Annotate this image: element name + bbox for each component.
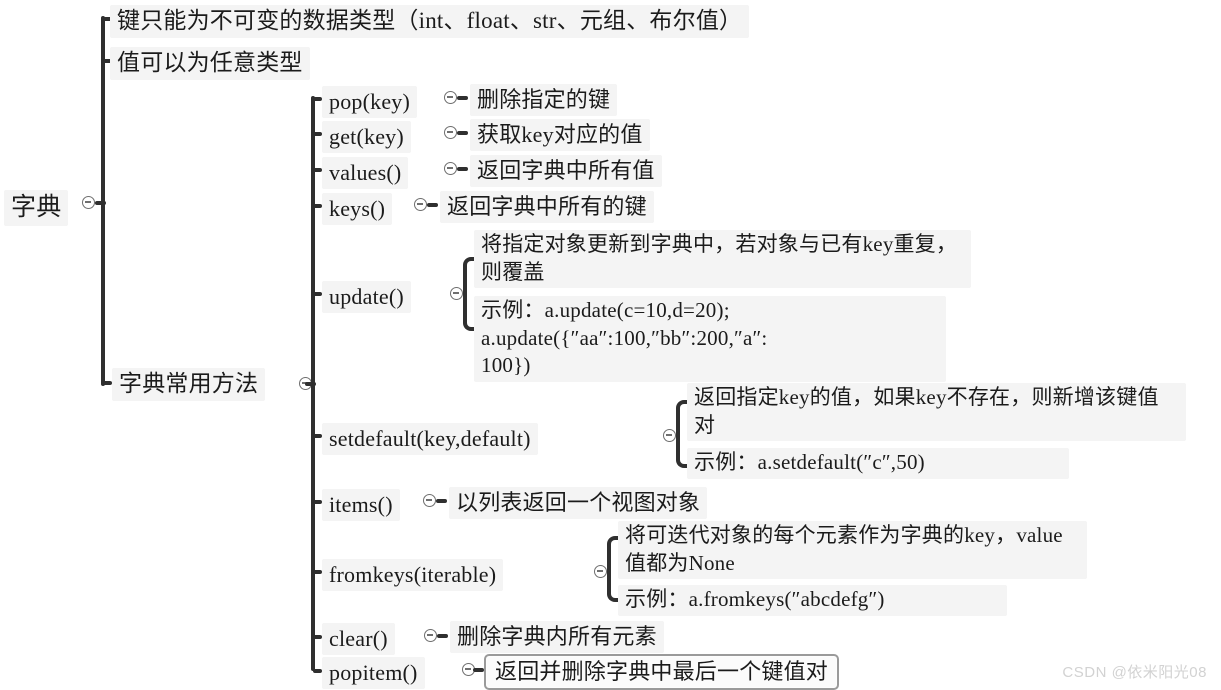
level1-tick-2 <box>103 381 112 385</box>
root-node-dictionary[interactable]: 字典 <box>4 190 69 226</box>
method-tick-values <box>313 168 322 172</box>
keys-connector-knob-icon[interactable] <box>414 198 427 211</box>
csdn-watermark: CSDN @依米阳光08 <box>1062 664 1207 681</box>
level1-node-common-methods[interactable]: 字典常用方法 <box>112 368 266 402</box>
setdefault-connector-knob-icon[interactable] <box>663 429 676 442</box>
method-tick-keys <box>313 204 322 208</box>
method-tick-fromkeys <box>313 570 322 574</box>
get-stub <box>457 131 468 135</box>
method-tick-pop <box>313 97 322 101</box>
fromkeys-connector-knob-icon[interactable] <box>594 565 607 578</box>
method-tick-clear <box>313 635 322 639</box>
popitem-stub <box>473 668 484 672</box>
method-desc-get[interactable]: 获取key对应的值 <box>470 119 650 152</box>
methods-rail <box>311 96 315 671</box>
method-node-fromkeys[interactable]: fromkeys(iterable) <box>322 559 504 592</box>
update-bracket <box>463 257 474 331</box>
items-connector-knob-icon[interactable] <box>423 494 436 507</box>
method-node-popitem[interactable]: popitem() <box>322 657 425 690</box>
mindmap-canvas: 字典 键只能为不可变的数据类型（int、float、str、元组、布尔值） 值可… <box>0 0 1221 690</box>
clear-stub <box>437 634 448 638</box>
method-desc-popitem-selected[interactable]: 返回并删除字典中最后一个键值对 <box>484 654 840 690</box>
method-node-items[interactable]: items() <box>322 489 400 522</box>
items-stub <box>436 499 447 503</box>
values-connector-knob-icon[interactable] <box>444 162 457 175</box>
method-desc-clear[interactable]: 删除字典内所有元素 <box>450 621 664 654</box>
method-node-clear[interactable]: clear() <box>322 623 395 656</box>
pop-stub <box>457 96 468 100</box>
update-description[interactable]: 将指定对象更新到字典中，若对象与已有key重复，则覆盖 <box>474 230 971 289</box>
method-desc-items[interactable]: 以列表返回一个视图对象 <box>449 487 708 520</box>
setdefault-example[interactable]: 示例：a.setdefault(″c″,50) <box>687 448 1069 479</box>
values-stub <box>457 167 468 171</box>
fromkeys-bracket <box>607 536 618 602</box>
method-desc-pop[interactable]: 删除指定的键 <box>470 84 618 117</box>
method-tick-items <box>313 500 322 504</box>
method-node-get[interactable]: get(key) <box>322 121 411 154</box>
method-tick-popitem <box>313 669 322 673</box>
setdefault-description[interactable]: 返回指定key的值，如果key不存在，则新增该键值对 <box>687 383 1186 442</box>
method-tick-update <box>313 292 322 296</box>
level1-node-key-types[interactable]: 键只能为不可变的数据类型（int、float、str、元组、布尔值） <box>110 5 750 39</box>
get-connector-knob-icon[interactable] <box>444 126 457 139</box>
clear-connector-knob-icon[interactable] <box>424 629 437 642</box>
method-desc-values[interactable]: 返回字典中所有值 <box>470 155 662 188</box>
method-node-update[interactable]: update() <box>322 281 411 314</box>
level1-node-value-types[interactable]: 值可以为任意类型 <box>110 47 310 81</box>
method-tick-get <box>313 132 322 136</box>
fromkeys-description[interactable]: 将可迭代对象的每个元素作为字典的key，value值都为None <box>618 521 1087 580</box>
method-node-keys[interactable]: keys() <box>322 193 393 226</box>
setdefault-bracket <box>676 400 687 468</box>
keys-stub <box>427 203 438 207</box>
pop-connector-knob-icon[interactable] <box>444 91 457 104</box>
method-node-setdefault[interactable]: setdefault(key,default) <box>322 423 538 456</box>
update-example[interactable]: 示例：a.update(c=10,d=20); a.update({″aa″:1… <box>474 296 946 383</box>
method-node-values[interactable]: values() <box>322 157 409 190</box>
level1-rail <box>101 16 105 386</box>
method-desc-keys[interactable]: 返回字典中所有的键 <box>440 191 654 224</box>
update-connector-knob-icon[interactable] <box>450 287 463 300</box>
method-tick-setdefault <box>313 434 322 438</box>
root-collapse-knob-icon[interactable] <box>82 196 95 209</box>
fromkeys-example[interactable]: 示例：a.fromkeys(″abcdefg″) <box>618 585 1007 616</box>
method-node-pop[interactable]: pop(key) <box>322 86 418 119</box>
